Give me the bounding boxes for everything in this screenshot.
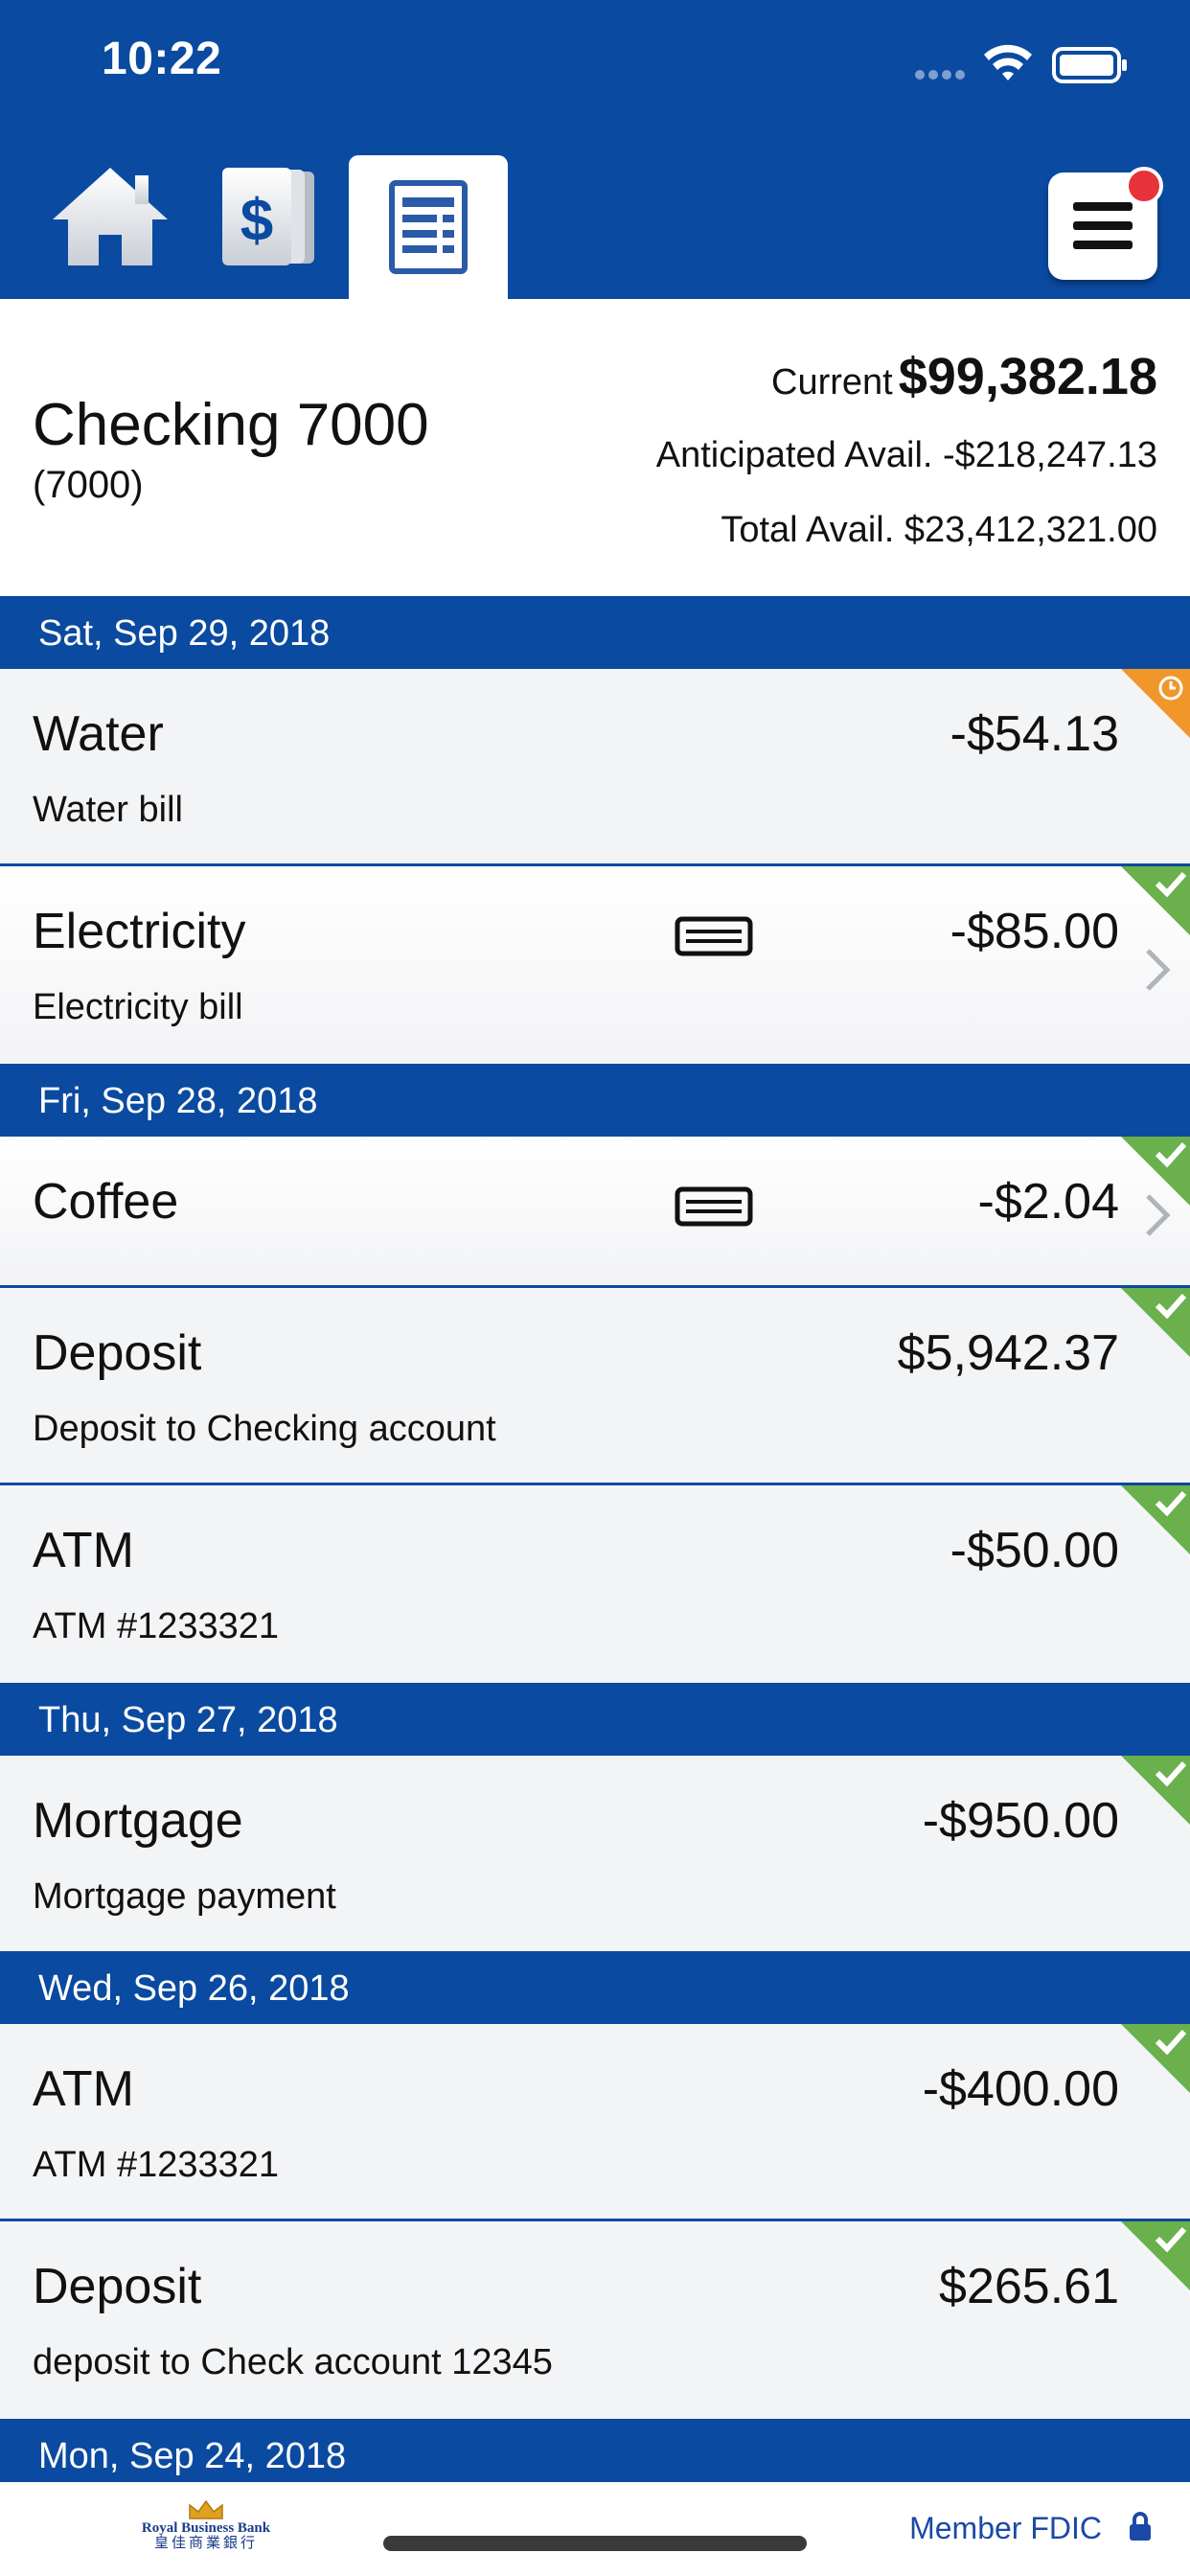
status-time: 10:22 (102, 34, 222, 84)
card-icon (675, 916, 753, 956)
transaction-description: Electricity bill (33, 987, 243, 1027)
transaction-amount: -$54.13 (950, 706, 1119, 762)
cleared-check-icon (1121, 1288, 1190, 1357)
date-header: Fri, Sep 28, 2018 (0, 1064, 1190, 1137)
notification-badge (1125, 167, 1163, 205)
current-balance: Current $99,382.18 (771, 347, 1157, 406)
total-balance: Total Avail. $23,412,321.00 (721, 510, 1157, 550)
date-header: Mon, Sep 24, 2018 (0, 2419, 1190, 2492)
transaction-title: Mortgage (33, 1793, 243, 1849)
transaction-row[interactable]: Mortgage Mortgage payment -$950.00 (0, 1756, 1190, 1951)
transaction-row[interactable]: Water Water bill -$54.13 (0, 669, 1190, 866)
member-fdic-label: Member FDIC (909, 2511, 1102, 2545)
date-header: Sat, Sep 29, 2018 (0, 596, 1190, 669)
account-header: Checking 7000 (7000) Current $99,382.18 A… (0, 299, 1190, 596)
account-number: (7000) (33, 464, 144, 506)
transaction-description: ATM #1233321 (33, 2145, 280, 2185)
dollar-cards-icon: $ (222, 168, 314, 265)
current-balance-label: Current (771, 362, 893, 402)
transaction-title: Water (33, 706, 164, 762)
cleared-check-icon (1121, 1756, 1190, 1825)
transaction-list[interactable]: Sat, Sep 29, 2018 Water Water bill -$54.… (0, 596, 1190, 2492)
anticipated-balance: Anticipated Avail. -$218,247.13 (655, 435, 1157, 475)
tab-home[interactable] (38, 134, 182, 299)
pending-clock-icon (1121, 669, 1190, 738)
transaction-description: Deposit to Checking account (33, 1409, 496, 1449)
transaction-row[interactable]: Coffee -$2.04 (0, 1137, 1190, 1288)
transaction-title: Deposit (33, 1325, 202, 1381)
transaction-title: Deposit (33, 2259, 202, 2314)
transaction-row[interactable]: Deposit deposit to Check account 12345 $… (0, 2221, 1190, 2419)
transaction-amount: $265.61 (939, 2259, 1119, 2314)
svg-text:$: $ (240, 188, 273, 254)
transaction-description: deposit to Check account 12345 (33, 2342, 553, 2382)
account-name: Checking 7000 (33, 392, 429, 458)
cleared-check-icon (1121, 1137, 1190, 1206)
transaction-amount: -$50.00 (950, 1523, 1119, 1578)
status-bar: 10:22 (0, 0, 1190, 134)
cleared-check-icon (1121, 1485, 1190, 1554)
signal-icon (915, 70, 965, 80)
home-icon (53, 168, 168, 265)
transaction-amount: -$950.00 (922, 1793, 1119, 1849)
cleared-check-icon (1121, 866, 1190, 935)
battery-icon (1052, 47, 1127, 83)
transaction-title: Electricity (33, 904, 246, 959)
transaction-title: ATM (33, 1523, 134, 1578)
transaction-amount: -$2.04 (977, 1174, 1119, 1230)
tab-accounts[interactable]: $ (211, 134, 326, 299)
bank-logo: Royal Business Bank 皇佳商業銀行 (134, 2499, 278, 2561)
transaction-amount: -$85.00 (950, 904, 1119, 959)
transaction-amount: -$400.00 (922, 2061, 1119, 2117)
transaction-title: ATM (33, 2061, 134, 2117)
bank-name-chinese: 皇佳商業銀行 (153, 2536, 258, 2551)
current-balance-amount: $99,382.18 (898, 348, 1157, 405)
transaction-row[interactable]: ATM ATM #1233321 -$50.00 (0, 1485, 1190, 1683)
crown-icon (189, 2499, 223, 2519)
transaction-description: Mortgage payment (33, 1876, 336, 1917)
cleared-check-icon (1121, 2221, 1190, 2290)
transaction-row[interactable]: ATM ATM #1233321 -$400.00 (0, 2024, 1190, 2221)
date-header: Thu, Sep 27, 2018 (0, 1683, 1190, 1756)
date-header: Wed, Sep 26, 2018 (0, 1951, 1190, 2024)
cleared-check-icon (1121, 2024, 1190, 2093)
bank-name: Royal Business Bank (141, 2520, 271, 2536)
transaction-row[interactable]: Electricity Electricity bill -$85.00 (0, 866, 1190, 1064)
footer: Royal Business Bank 皇佳商業銀行 Member FDIC (0, 2482, 1190, 2576)
card-icon (675, 1186, 753, 1227)
hamburger-menu-icon (1073, 202, 1133, 249)
lock-icon (1130, 2512, 1151, 2541)
transaction-title: Coffee (33, 1174, 179, 1230)
chevron-right-icon (1146, 949, 1171, 991)
home-indicator[interactable] (383, 2536, 807, 2551)
transaction-row[interactable]: Deposit Deposit to Checking account $5,9… (0, 1288, 1190, 1485)
transaction-description: Water bill (33, 790, 183, 830)
top-nav: $ (0, 134, 1190, 299)
register-icon (389, 180, 468, 274)
wifi-icon (984, 44, 1032, 80)
transaction-amount: $5,942.37 (897, 1325, 1119, 1381)
tab-register[interactable] (349, 155, 508, 299)
menu-button[interactable] (1048, 167, 1163, 280)
transaction-description: ATM #1233321 (33, 1606, 280, 1646)
